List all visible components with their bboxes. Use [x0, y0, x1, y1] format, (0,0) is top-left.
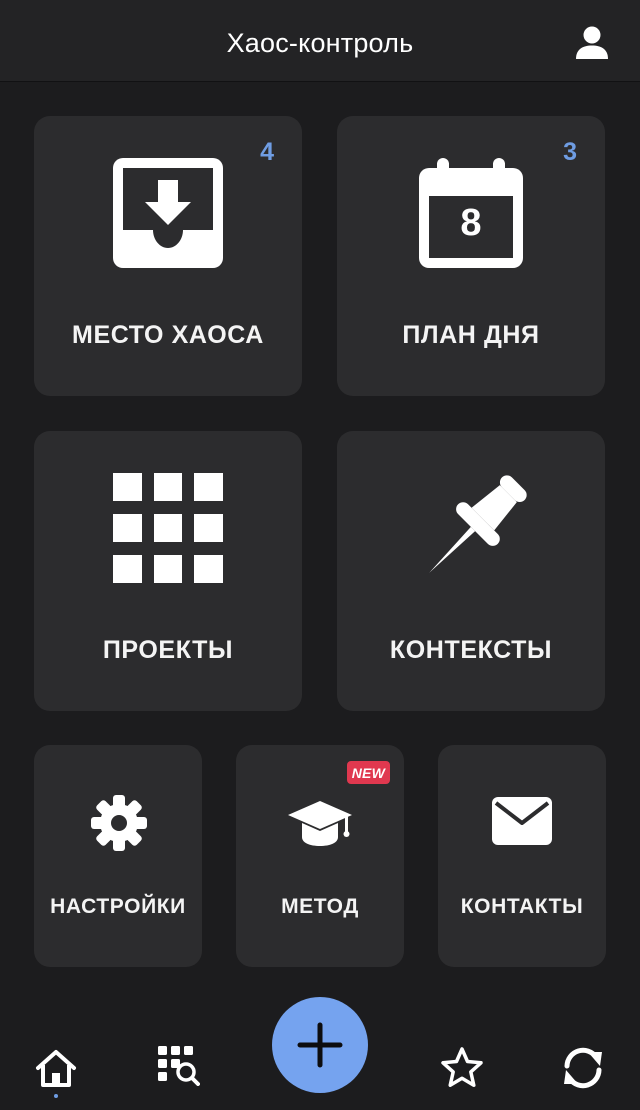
app-header: Хаос-контроль [0, 0, 640, 82]
tile-inbox[interactable]: 4 МЕСТО ХАОСА [34, 116, 302, 396]
day-plan-label: ПЛАН ДНЯ [402, 321, 540, 349]
user-icon[interactable] [574, 26, 610, 60]
graduation-cap-icon [288, 801, 352, 846]
tile-day-plan[interactable]: 3 8 ПЛАН ДНЯ [337, 116, 605, 396]
contexts-label: КОНТЕКСТЫ [389, 636, 553, 664]
active-tab-indicator [54, 1094, 58, 1098]
sync-icon[interactable] [558, 1044, 608, 1092]
inbox-download-icon [113, 158, 223, 268]
home-icon[interactable] [34, 1048, 78, 1088]
inbox-label: МЕСТО ХАОСА [72, 321, 264, 349]
projects-label: ПРОЕКТЫ [102, 636, 234, 664]
tile-method[interactable]: NEW МЕТОД [236, 745, 404, 967]
tile-contacts[interactable]: КОНТАКТЫ [438, 745, 606, 967]
grid-icon [113, 473, 223, 583]
new-badge: NEW [346, 761, 390, 784]
gear-icon [91, 795, 147, 851]
grid-search-icon[interactable] [158, 1046, 200, 1086]
contacts-label: КОНТАКТЫ [460, 895, 584, 918]
page-title: Хаос-контроль [226, 28, 414, 58]
tile-projects[interactable]: ПРОЕКТЫ [34, 431, 302, 711]
inbox-count-badge: 4 [260, 138, 274, 166]
plus-icon [297, 1022, 343, 1068]
calendar-day-number: 8 [460, 202, 482, 244]
tile-contexts[interactable]: КОНТЕКСТЫ [337, 431, 605, 711]
pushpin-icon [429, 475, 527, 573]
settings-label: НАСТРОЙКИ [50, 895, 186, 918]
add-button[interactable] [272, 997, 368, 1093]
tile-settings[interactable]: НАСТРОЙКИ [34, 745, 202, 967]
method-label: МЕТОД [281, 895, 359, 918]
envelope-icon [492, 797, 552, 845]
day-plan-count-badge: 3 [563, 138, 577, 166]
star-icon[interactable] [440, 1046, 484, 1088]
